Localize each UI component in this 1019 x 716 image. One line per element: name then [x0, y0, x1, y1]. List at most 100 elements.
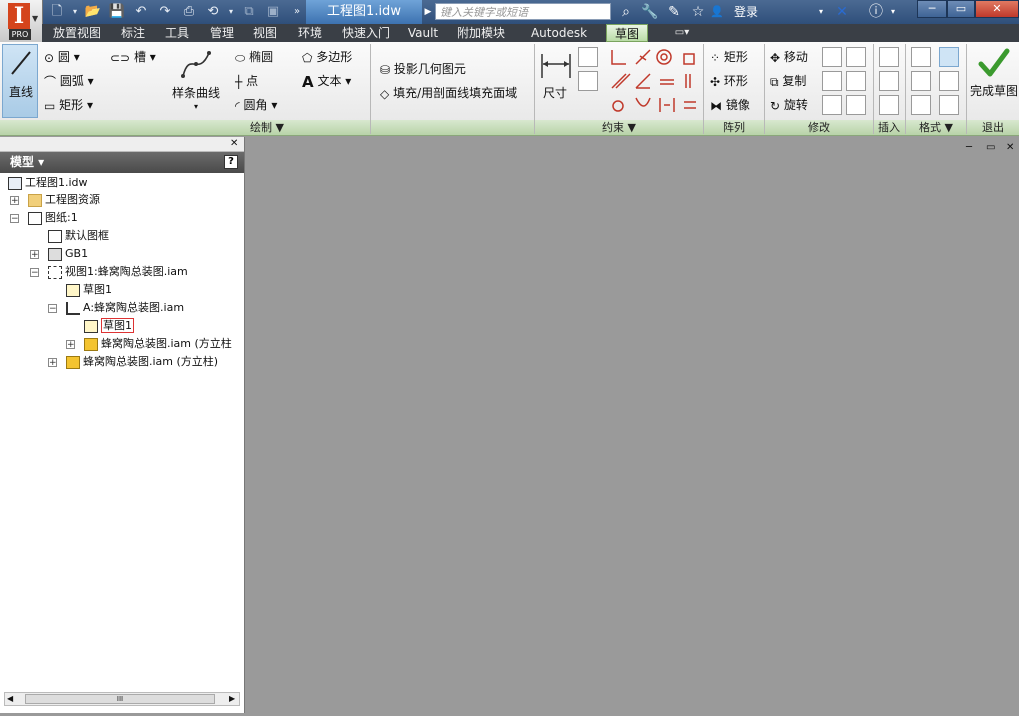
tree-node-drawing[interactable]: 工程图1.idw [8, 175, 88, 191]
canvas-minimize-button[interactable]: ─ [966, 142, 972, 153]
save-icon[interactable]: 💾 [108, 3, 126, 21]
wrench-icon[interactable]: 🔧 [640, 3, 660, 21]
print-icon[interactable]: ⎙ [180, 3, 198, 21]
project-geometry-button[interactable]: ⛁ 投影几何图元 [380, 60, 466, 79]
finish-sketch-button[interactable]: 完成草图 [968, 44, 1019, 118]
canvas-restore-button[interactable]: ▭ [986, 142, 995, 153]
fillet-button[interactable]: ◜ 圆角 ▾ [235, 96, 277, 115]
circle-button[interactable]: ⊙ 圆 ▾ [44, 48, 80, 67]
associative-icon[interactable] [939, 95, 959, 115]
copy-button[interactable]: ⧉ 复制 [770, 72, 806, 91]
tab-autodesk-360[interactable]: Autodesk 360 [518, 24, 600, 58]
panel-label-format[interactable]: 格式 ▼ [906, 120, 966, 135]
tree-node-drawing-resources[interactable]: 工程图资源 [28, 192, 100, 208]
document-tab[interactable]: 工程图1.idw [306, 0, 422, 24]
show-constraints-icon[interactable] [578, 71, 598, 91]
show-format-icon[interactable] [911, 95, 931, 115]
arc-button[interactable]: ⌒ 圆弧 ▾ [44, 72, 94, 91]
tree-node-sketch1-selected[interactable]: 草图1 [84, 318, 134, 334]
polygon-button[interactable]: ⬠ 多边形 [302, 48, 352, 67]
excel-icon[interactable] [879, 71, 899, 91]
tab-vault[interactable]: Vault [402, 24, 444, 42]
tab-tools[interactable]: 工具 [158, 24, 196, 42]
expand-icon[interactable]: + [48, 358, 57, 368]
undo-icon[interactable]: ↶ [132, 3, 150, 21]
panel-label-draw[interactable]: 绘制 ▼ [0, 120, 534, 135]
auto-dimension-icon[interactable] [578, 47, 598, 67]
chevron-left-icon[interactable]: ◀ [7, 693, 13, 705]
offset-icon[interactable] [846, 47, 866, 67]
stretch-icon[interactable] [846, 95, 866, 115]
chevron-down-icon[interactable]: ▾ [66, 3, 84, 21]
help-icon[interactable]: ⓘ [866, 3, 886, 21]
tab-manage[interactable]: 管理 [202, 24, 242, 42]
help-icon[interactable]: ? [224, 155, 238, 169]
binoculars-icon[interactable]: ⌕ [616, 3, 636, 21]
rotate-button[interactable]: ↻ 旋转 [770, 96, 808, 115]
tree-node-section-a[interactable]: A:蜂窝陶总装图.iam [66, 300, 184, 316]
scrollbar-thumb[interactable]: III [25, 694, 215, 704]
chevron-down-icon[interactable]: ▾ [888, 3, 898, 21]
expand-icon[interactable]: + [30, 250, 39, 260]
tab-sketch[interactable]: 草图 [606, 24, 648, 42]
chevron-right-icon[interactable]: ▶ [422, 0, 434, 24]
rectangle-button[interactable]: ▭ 矩形 ▾ [44, 96, 93, 115]
tree-node-title-block[interactable]: GB1 [48, 246, 88, 262]
communication-icon[interactable]: ✎ [664, 3, 684, 21]
move-button[interactable]: ✥ 移动 [770, 48, 808, 67]
browser-close-button[interactable]: ✕ [230, 137, 238, 151]
driven-dimension-icon[interactable] [939, 71, 959, 91]
tree-node-assembly[interactable]: 蜂窝陶总装图.iam (方立柱) [66, 354, 218, 370]
chevron-down-icon[interactable]: ▾ [816, 3, 826, 21]
tree-node-assembly-section[interactable]: 蜂窝陶总装图.iam (方立柱 [84, 336, 232, 352]
return-icon[interactable]: ⟲ [204, 3, 222, 21]
application-menu-button[interactable]: I PRO ▼ [0, 0, 43, 42]
dimension-button[interactable]: 尺寸 [543, 84, 567, 102]
login-link[interactable]: 登录 [734, 3, 758, 21]
construction-icon[interactable] [911, 47, 931, 67]
tab-environments[interactable]: 环境 [290, 24, 330, 42]
chevron-down-icon[interactable]: ▾ [194, 98, 198, 116]
minimize-button[interactable]: ─ [917, 0, 947, 18]
open-icon[interactable]: 📂 [84, 3, 102, 21]
drawing-canvas[interactable] [245, 137, 1019, 713]
tab-get-started[interactable]: 快速入门 [336, 24, 396, 42]
fill-region-button[interactable]: ◇ 填充/用剖面线填充面域 [380, 84, 517, 103]
collapse-icon[interactable]: − [10, 214, 19, 224]
panel-label-constrain[interactable]: 约束 ▼ [535, 120, 703, 135]
canvas-close-button[interactable]: ✕ [1006, 142, 1014, 153]
expand-icon[interactable]: + [66, 340, 75, 350]
tree-node-default-border[interactable]: 默认图框 [48, 228, 109, 244]
line-button[interactable]: 直线 [2, 44, 38, 118]
tab-annotate[interactable]: 标注 [112, 24, 154, 42]
chevron-right-icon[interactable]: ▶ [229, 693, 235, 705]
collapse-icon[interactable]: − [30, 268, 39, 278]
search-input[interactable]: 键入关键字或短语 [435, 3, 611, 20]
panel-toggle-icon[interactable]: ▭▾ [668, 24, 696, 42]
tab-view[interactable]: 视图 [248, 24, 282, 42]
tree-node-sheet[interactable]: 图纸:1 [28, 210, 78, 226]
tree-node-sketch1[interactable]: 草图1 [66, 282, 112, 298]
close-button[interactable]: ✕ [975, 0, 1019, 18]
update-icon[interactable]: ⧉ [240, 3, 258, 21]
collapse-icon[interactable]: − [48, 304, 57, 314]
horizontal-scrollbar[interactable]: ◀ III ▶ [4, 692, 240, 706]
tab-add-ins[interactable]: 附加模块 [450, 24, 512, 42]
chevron-down-icon[interactable]: ▾ [222, 3, 240, 21]
point-button[interactable]: ┼ 点 [235, 72, 258, 91]
tab-place-views[interactable]: 放置视图 [48, 24, 106, 42]
ellipse-button[interactable]: ⬭ 椭圆 [235, 48, 273, 67]
expand-icon[interactable]: + [10, 196, 19, 206]
browser-title[interactable]: 模型 ▾ [0, 155, 44, 169]
more-icon[interactable]: » [288, 3, 306, 21]
mirror-button[interactable]: ⧓ 镜像 [710, 96, 750, 115]
center-point-icon[interactable] [911, 71, 931, 91]
text-button[interactable]: A 文本 ▾ [302, 72, 351, 91]
redo-icon[interactable]: ↷ [156, 3, 174, 21]
extend-icon[interactable] [822, 71, 842, 91]
x-icon[interactable]: ✕ [832, 3, 852, 21]
circular-pattern-button[interactable]: ✣ 环形 [710, 72, 748, 91]
trim-icon[interactable] [822, 47, 842, 67]
rectangular-pattern-button[interactable]: ⁘ 矩形 [710, 48, 748, 67]
restore-button[interactable]: ▭ [947, 0, 975, 18]
